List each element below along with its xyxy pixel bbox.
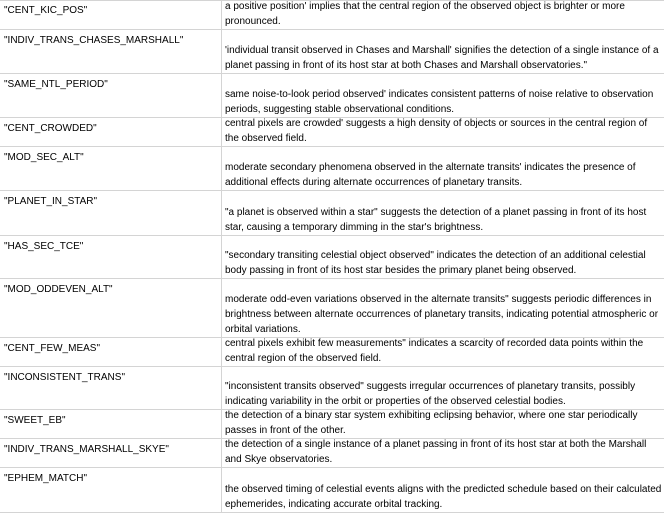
cell-description[interactable]: the detection of a binary star system ex… xyxy=(225,408,662,438)
cell-description[interactable]: the observed timing of celestial events … xyxy=(225,482,662,512)
cell-description[interactable]: central pixels exhibit few measurements"… xyxy=(225,336,662,366)
spreadsheet: "CENT_KIC_POS" a positive position' impl… xyxy=(0,0,664,515)
cell-description[interactable]: "secondary transiting celestial object o… xyxy=(225,248,662,278)
cell-code[interactable]: "MOD_SEC_ALT" xyxy=(4,150,218,165)
cell-description[interactable]: moderate secondary phenomena observed in… xyxy=(225,160,662,190)
table-row: "CENT_FEW_MEAS" central pixels exhibit f… xyxy=(0,338,664,367)
cell-code[interactable]: "HAS_SEC_TCE" xyxy=(4,239,218,254)
cell-code[interactable]: "EPHEM_MATCH" xyxy=(4,471,218,486)
cell-description[interactable]: same noise-to-look period observed' indi… xyxy=(225,87,662,117)
cell-code[interactable]: "MOD_ODDEVEN_ALT" xyxy=(4,282,218,297)
cell-description[interactable]: moderate odd-even variations observed in… xyxy=(225,292,662,337)
table-row: "PLANET_IN_STAR" "a planet is observed w… xyxy=(0,191,664,236)
table-row: "MOD_ODDEVEN_ALT" moderate odd-even vari… xyxy=(0,279,664,338)
cell-code[interactable]: "CENT_CROWDED" xyxy=(4,121,218,136)
table-row: "CENT_CROWDED" central pixels are crowde… xyxy=(0,118,664,147)
cell-description[interactable]: "a planet is observed within a star" sug… xyxy=(225,205,662,235)
cell-description[interactable]: central pixels are crowded' suggests a h… xyxy=(225,116,662,146)
cell-code[interactable]: "CENT_FEW_MEAS" xyxy=(4,341,218,356)
cell-description[interactable]: the detection of a single instance of a … xyxy=(225,437,662,467)
cell-code[interactable]: "SAME_NTL_PERIOD" xyxy=(4,77,218,92)
table-row: "INCONSISTENT_TRANS" "inconsistent trans… xyxy=(0,367,664,410)
table-row: "SWEET_EB" the detection of a binary sta… xyxy=(0,410,664,439)
table-row: "HAS_SEC_TCE" "secondary transiting cele… xyxy=(0,236,664,279)
table-row: "CENT_KIC_POS" a positive position' impl… xyxy=(0,0,664,30)
table-row: "SAME_NTL_PERIOD" same noise-to-look per… xyxy=(0,74,664,118)
table-row: "INDIV_TRANS_CHASES_MARSHALL" 'individua… xyxy=(0,30,664,74)
table-row: "MOD_SEC_ALT" moderate secondary phenome… xyxy=(0,147,664,191)
cell-description[interactable]: a positive position' implies that the ce… xyxy=(225,0,662,29)
table-row: "EPHEM_MATCH" the observed timing of cel… xyxy=(0,468,664,513)
cell-code[interactable]: "SWEET_EB" xyxy=(4,413,218,428)
cell-code[interactable]: "INDIV_TRANS_CHASES_MARSHALL" xyxy=(4,33,218,48)
cell-code[interactable]: "CENT_KIC_POS" xyxy=(4,3,218,18)
cell-code[interactable]: "PLANET_IN_STAR" xyxy=(4,194,218,209)
cell-code[interactable]: "INDIV_TRANS_MARSHALL_SKYE" xyxy=(4,442,218,457)
cell-description[interactable]: 'individual transit observed in Chases a… xyxy=(225,43,662,73)
cell-description[interactable]: "inconsistent transits observed" suggest… xyxy=(225,379,662,409)
table-row: "INDIV_TRANS_MARSHALL_SKYE" the detectio… xyxy=(0,439,664,468)
cell-code[interactable]: "INCONSISTENT_TRANS" xyxy=(4,370,218,385)
